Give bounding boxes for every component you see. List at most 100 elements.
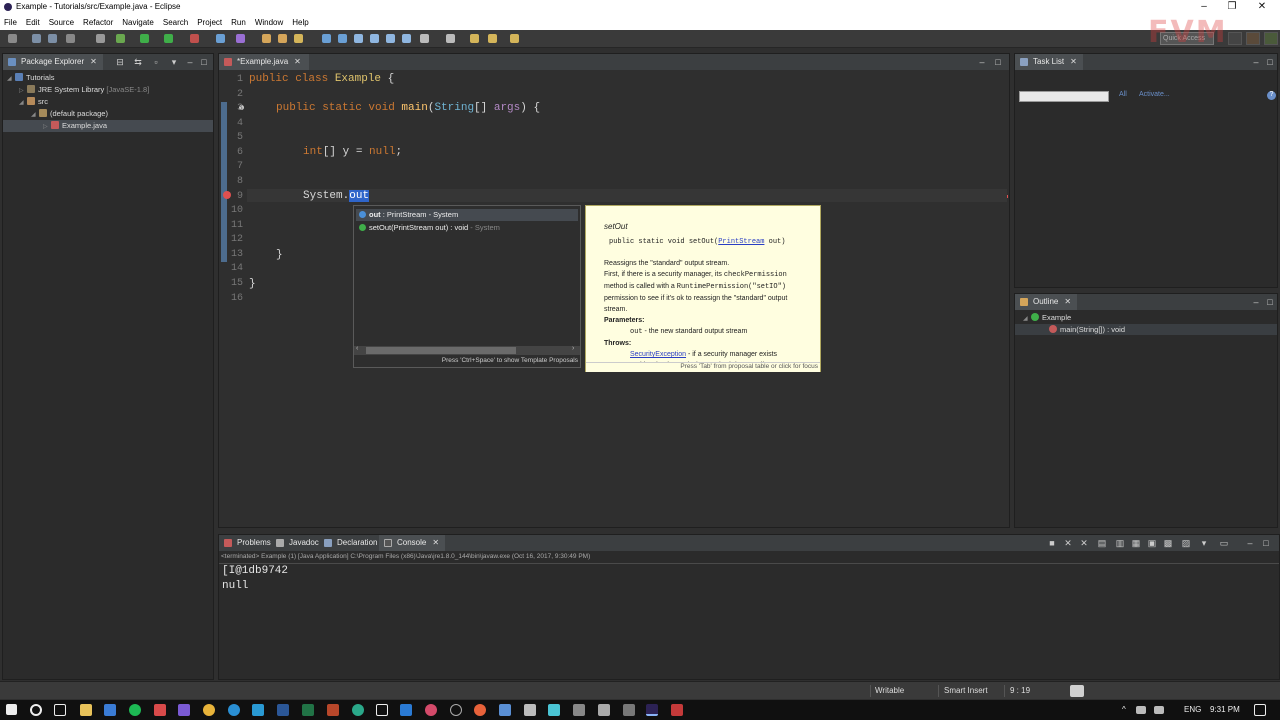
print-icon[interactable] [66, 34, 75, 43]
scrollbar-thumb[interactable] [366, 347, 516, 354]
show-whitespace-icon[interactable] [354, 34, 363, 43]
status-insert-mode[interactable]: Smart Insert [944, 686, 988, 695]
save-icon[interactable] [32, 34, 41, 43]
maximize-view-icon[interactable]: □ [1261, 538, 1271, 548]
tab-task-list[interactable]: Task List ✕ [1015, 54, 1083, 70]
menu-search[interactable]: Search [163, 18, 188, 27]
collapse-all-icon[interactable]: ⊟ [115, 57, 125, 67]
menu-project[interactable]: Project [197, 18, 222, 27]
app-icon[interactable] [154, 704, 166, 716]
printstream-link[interactable]: PrintStream [718, 238, 764, 246]
app-icon[interactable] [573, 704, 585, 716]
app-icon[interactable] [376, 704, 388, 716]
proposal-setout[interactable]: setOut(PrintStream out) : void - System [356, 222, 578, 234]
new-icon[interactable] [8, 34, 17, 43]
maximize-view-icon[interactable]: □ [1265, 57, 1275, 67]
java-perspective-icon[interactable] [1246, 32, 1260, 45]
close-editor-icon[interactable]: ✕ [294, 57, 301, 66]
menu-source[interactable]: Source [49, 18, 74, 27]
close-tab-icon[interactable]: ✕ [432, 538, 439, 547]
minimize-editor-icon[interactable]: – [977, 57, 987, 67]
console-menu-icon[interactable]: ▾ [1199, 538, 1209, 548]
run-icon[interactable] [140, 34, 149, 43]
new-package-icon[interactable] [236, 34, 245, 43]
open-perspective-icon[interactable] [1228, 32, 1242, 45]
last-edit-icon[interactable] [470, 34, 479, 43]
toggle-block-icon[interactable] [338, 34, 347, 43]
heap-status-icon[interactable] [1070, 685, 1084, 697]
word-wrap-icon[interactable]: ▥ [1115, 538, 1125, 548]
close-tab-icon[interactable]: ✕ [90, 57, 97, 66]
tab-package-explorer[interactable]: Package Explorer ✕ [3, 54, 103, 70]
minimize-view-icon[interactable]: – [185, 57, 195, 67]
securityexception-link[interactable]: SecurityException [630, 351, 686, 358]
volume-icon[interactable] [1154, 706, 1164, 714]
save-all-icon[interactable] [48, 34, 57, 43]
pin-console-icon[interactable]: ▦ [1131, 538, 1141, 548]
new-class-icon[interactable] [262, 34, 271, 43]
menu-file[interactable]: File [4, 18, 17, 27]
open-type-icon[interactable] [278, 34, 287, 43]
tab-example-java[interactable]: *Example.java ✕ [219, 54, 309, 70]
new-java-project-icon[interactable] [216, 34, 225, 43]
help-icon[interactable]: ? [1267, 91, 1276, 100]
app-icon[interactable] [548, 704, 560, 716]
tree-src[interactable]: ◢ src [19, 97, 48, 106]
maximize-editor-icon[interactable]: □ [993, 57, 1003, 67]
store-icon[interactable] [104, 704, 116, 716]
outline-class[interactable]: ◢ Example [1023, 313, 1071, 322]
forward-icon[interactable] [510, 34, 519, 43]
network-icon[interactable] [1136, 706, 1146, 714]
app-icon[interactable] [252, 704, 264, 716]
app-icon[interactable] [623, 704, 635, 716]
tray-chevron-icon[interactable]: ^ [1122, 705, 1126, 714]
open-console-icon[interactable]: ▩ [1163, 538, 1173, 548]
chrome-icon[interactable] [203, 704, 215, 716]
toggle-mark-icon[interactable] [322, 34, 331, 43]
app-icon[interactable] [425, 704, 437, 716]
tree-project[interactable]: ◢ Tutorials [7, 73, 54, 82]
vscode-icon[interactable] [400, 704, 412, 716]
app-icon[interactable] [524, 704, 536, 716]
menu-edit[interactable]: Edit [26, 18, 40, 27]
menu-window[interactable]: Window [255, 18, 283, 27]
app-icon[interactable] [450, 704, 462, 716]
restore-icon[interactable]: ❐ [1222, 1, 1242, 12]
debug-perspective-icon[interactable] [1264, 32, 1278, 45]
tab-outline[interactable]: Outline ✕ [1015, 294, 1078, 310]
remove-all-icon[interactable]: ✕ [1079, 538, 1089, 548]
app-icon[interactable] [671, 704, 683, 716]
close-tab-icon[interactable]: ✕ [1064, 297, 1071, 306]
debug-icon[interactable] [116, 34, 125, 43]
eclipse-taskbar-icon[interactable] [646, 704, 658, 716]
maximize-view-icon[interactable]: □ [199, 57, 209, 67]
minimize-view-icon[interactable]: – [1251, 57, 1261, 67]
tab-javadoc[interactable]: Javadoc [271, 535, 325, 551]
horizontal-scrollbar[interactable]: ‹ › [354, 345, 580, 355]
skip-breakpoints-icon[interactable] [96, 34, 105, 43]
prev-annotation-icon[interactable] [446, 34, 455, 43]
word-icon[interactable] [277, 704, 289, 716]
tree-default-package[interactable]: ◢ (default package) [31, 109, 108, 118]
back-icon[interactable] [488, 34, 497, 43]
next-annotation-icon[interactable] [420, 34, 429, 43]
powerpoint-icon[interactable] [327, 704, 339, 716]
scroll-left-icon[interactable]: ‹ [356, 345, 358, 352]
close-tab-icon[interactable]: ✕ [1070, 57, 1077, 66]
task-find-input[interactable] [1019, 91, 1109, 102]
windows-start-icon[interactable] [6, 704, 17, 715]
link-editor-icon[interactable]: ⇆ [133, 57, 143, 67]
annotation-icon[interactable] [402, 34, 411, 43]
new-console-icon[interactable]: ▨ [1181, 538, 1191, 548]
task-activate-link[interactable]: Activate... [1139, 91, 1170, 98]
app-icon[interactable] [178, 704, 190, 716]
close-icon[interactable]: ✕ [1252, 1, 1272, 12]
minimize-view-icon[interactable]: – [1245, 538, 1255, 548]
tab-console[interactable]: Console ✕ [379, 535, 446, 551]
spotify-icon[interactable] [129, 704, 141, 716]
tree-file-example[interactable]: ▷ Example.java [3, 120, 213, 132]
block-select-icon[interactable] [386, 34, 395, 43]
search-icon[interactable] [30, 704, 42, 716]
clock[interactable]: 9:31 PM [1210, 705, 1240, 714]
tab-problems[interactable]: Problems [219, 535, 277, 551]
